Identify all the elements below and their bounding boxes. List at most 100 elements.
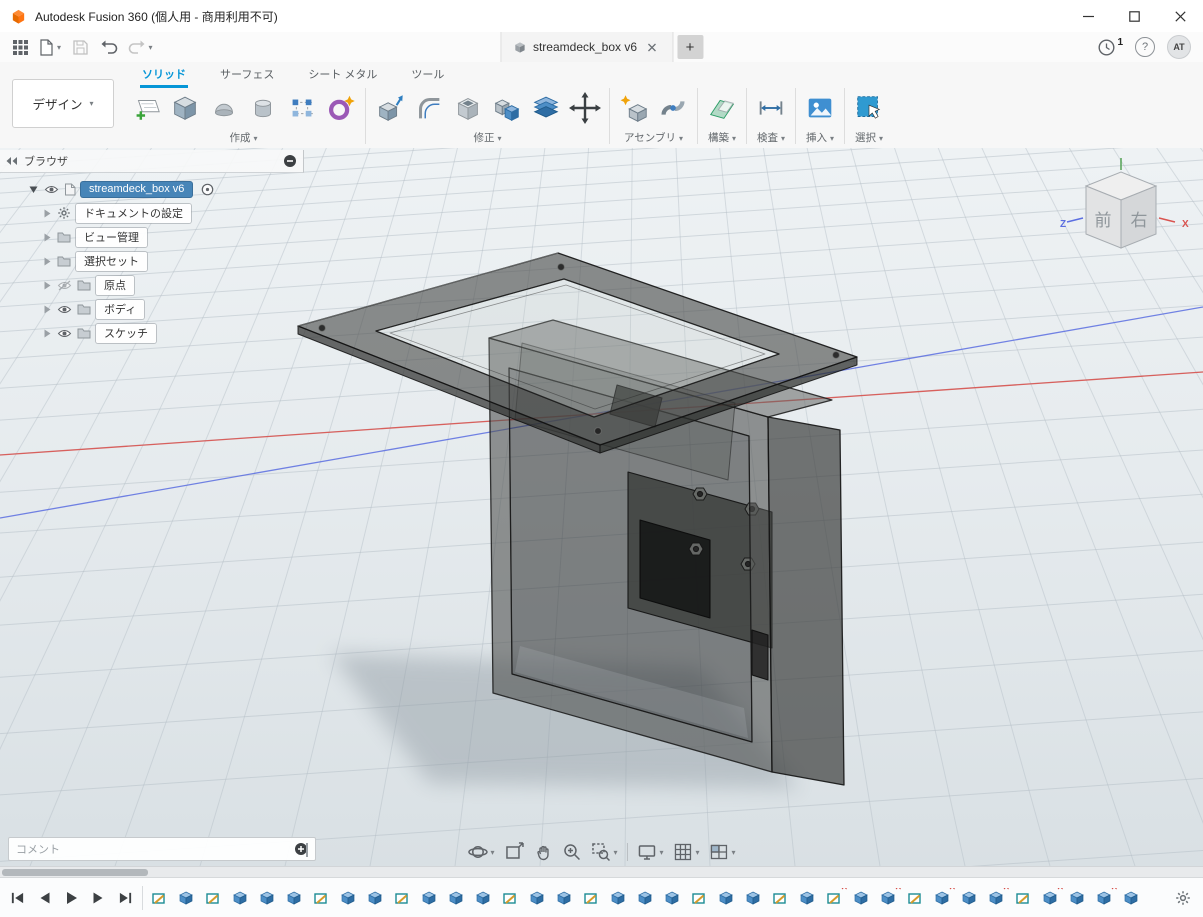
group-label-insert[interactable]: 挿入 bbox=[806, 130, 834, 145]
browser-item-label[interactable]: スケッチ bbox=[96, 324, 156, 343]
joint-icon[interactable] bbox=[656, 88, 690, 128]
timeline-feature-sketch[interactable] bbox=[581, 888, 601, 908]
timeline-feature-sketch[interactable] bbox=[905, 888, 925, 908]
press-pull-icon[interactable] bbox=[373, 88, 407, 128]
browser-row-selection-sets[interactable]: 選択セット bbox=[0, 249, 304, 273]
save-icon[interactable] bbox=[66, 35, 94, 59]
undo-icon[interactable] bbox=[96, 35, 124, 59]
timeline-feature-extrude[interactable] bbox=[338, 888, 358, 908]
timeline-skip-to-end-button[interactable] bbox=[114, 887, 136, 909]
canvas-image-icon[interactable] bbox=[803, 88, 837, 128]
timeline-settings-gear-icon[interactable] bbox=[1163, 890, 1203, 906]
timeline-feature-extrude[interactable] bbox=[716, 888, 736, 908]
visibility-eye-off-icon[interactable] bbox=[57, 280, 72, 291]
minimize-panel-icon[interactable] bbox=[283, 154, 297, 168]
move-copy-icon[interactable] bbox=[568, 88, 602, 128]
redo-icon[interactable] bbox=[126, 35, 154, 59]
timeline-feature-extrude[interactable] bbox=[1067, 888, 1087, 908]
tab-surface[interactable]: サーフェス bbox=[218, 62, 276, 88]
display-settings-icon[interactable] bbox=[636, 842, 663, 862]
timeline-feature-extrude[interactable] bbox=[635, 888, 655, 908]
timeline-feature-extrude[interactable] bbox=[257, 888, 277, 908]
timeline-feature-extrude[interactable] bbox=[284, 888, 304, 908]
collapsed-arrow-icon[interactable] bbox=[42, 280, 52, 291]
timeline-feature-extrude[interactable] bbox=[608, 888, 628, 908]
timeline-feature-extrude[interactable]: ✕ bbox=[1040, 888, 1060, 908]
combine-icon[interactable] bbox=[490, 88, 524, 128]
timeline-step-forward-button[interactable] bbox=[87, 887, 109, 909]
timeline-feature-extrude[interactable] bbox=[419, 888, 439, 908]
revolve-icon[interactable] bbox=[207, 88, 241, 128]
zoom-window-icon[interactable] bbox=[590, 842, 617, 862]
group-label-select[interactable]: 選択 bbox=[855, 130, 883, 145]
viewports-icon[interactable] bbox=[709, 842, 736, 862]
timeline-feature-extrude[interactable] bbox=[851, 888, 871, 908]
tab-sheet-metal[interactable]: シート メタル bbox=[306, 62, 379, 88]
comment-input[interactable]: コメント bbox=[8, 837, 316, 861]
timeline-play-button[interactable] bbox=[60, 887, 82, 909]
timeline-feature-extrude[interactable]: ✕ bbox=[932, 888, 952, 908]
group-label-create[interactable]: 作成 bbox=[229, 130, 257, 145]
document-tab[interactable]: streamdeck_box v6 bbox=[500, 32, 673, 62]
cylinder-icon[interactable] bbox=[246, 88, 280, 128]
maximize-button[interactable] bbox=[1111, 0, 1157, 32]
split-body-icon[interactable] bbox=[529, 88, 563, 128]
fillet-icon[interactable] bbox=[412, 88, 446, 128]
create-form-icon[interactable] bbox=[324, 88, 358, 128]
view-cube[interactable]: 前 右 X Z bbox=[1059, 156, 1189, 260]
root-component-label[interactable]: streamdeck_box v6 bbox=[81, 182, 192, 197]
browser-row-document-settings[interactable]: ドキュメントの設定 bbox=[0, 201, 304, 225]
collapsed-arrow-icon[interactable] bbox=[42, 304, 52, 315]
document-tab-close-icon[interactable] bbox=[644, 39, 660, 55]
new-document-tab-button[interactable]: + bbox=[677, 35, 703, 59]
create-sketch-icon[interactable] bbox=[129, 88, 163, 128]
timeline-feature-extrude[interactable] bbox=[527, 888, 547, 908]
shell-icon[interactable] bbox=[451, 88, 485, 128]
account-avatar[interactable]: AT bbox=[1167, 35, 1191, 59]
new-component-icon[interactable] bbox=[617, 88, 651, 128]
timeline-feature-extrude[interactable] bbox=[797, 888, 817, 908]
group-label-assembly[interactable]: アセンブリ bbox=[624, 130, 683, 145]
grid-snap-settings-icon[interactable] bbox=[673, 842, 700, 862]
select-icon[interactable] bbox=[852, 88, 886, 128]
timeline-feature-sketch[interactable] bbox=[149, 888, 169, 908]
look-at-icon[interactable] bbox=[503, 842, 523, 862]
timeline-feature-extrude[interactable] bbox=[554, 888, 574, 908]
tab-solid[interactable]: ソリッド bbox=[140, 62, 188, 88]
timeline-feature-extrude[interactable]: ✕ bbox=[1094, 888, 1114, 908]
measure-icon[interactable] bbox=[754, 88, 788, 128]
app-grid-icon[interactable] bbox=[6, 35, 34, 59]
timeline-feature-sketch[interactable]: ✕ bbox=[824, 888, 844, 908]
browser-item-label[interactable]: ビュー管理 bbox=[76, 228, 147, 247]
timeline-feature-extrude[interactable] bbox=[176, 888, 196, 908]
minimize-button[interactable] bbox=[1065, 0, 1111, 32]
browser-row-view-management[interactable]: ビュー管理 bbox=[0, 225, 304, 249]
orbit-icon[interactable] bbox=[467, 842, 494, 862]
browser-item-label[interactable]: 原点 bbox=[96, 276, 134, 295]
browser-row-origin[interactable]: 原点 bbox=[0, 273, 304, 297]
help-button[interactable]: ? bbox=[1135, 37, 1155, 57]
timeline-scrollbar-thumb[interactable] bbox=[2, 869, 148, 876]
tab-tools[interactable]: ツール bbox=[409, 62, 446, 88]
timeline-feature-sketch[interactable] bbox=[392, 888, 412, 908]
timeline-feature-extrude[interactable] bbox=[446, 888, 466, 908]
browser-item-label[interactable]: 選択セット bbox=[76, 252, 147, 271]
browser-row-sketches[interactable]: スケッチ bbox=[0, 321, 304, 345]
timeline-step-back-button[interactable] bbox=[33, 887, 55, 909]
timeline-feature-extrude[interactable] bbox=[959, 888, 979, 908]
timeline-feature-sketch[interactable] bbox=[203, 888, 223, 908]
timeline-feature-extrude[interactable] bbox=[1121, 888, 1141, 908]
pattern-icon[interactable] bbox=[285, 88, 319, 128]
collapse-panel-icon[interactable] bbox=[6, 156, 18, 166]
file-menu-icon[interactable] bbox=[36, 35, 64, 59]
pan-hand-icon[interactable] bbox=[532, 842, 552, 862]
timeline-feature-extrude[interactable] bbox=[743, 888, 763, 908]
job-status-clock[interactable]: 1 bbox=[1098, 39, 1123, 56]
viewport-canvas[interactable]: ブラウザ streamdec bbox=[0, 148, 1203, 866]
timeline-feature-extrude[interactable] bbox=[473, 888, 493, 908]
comment-bar-grip[interactable] bbox=[306, 843, 308, 857]
group-label-construct[interactable]: 構築 bbox=[708, 130, 736, 145]
collapsed-arrow-icon[interactable] bbox=[42, 208, 52, 219]
construct-plane-icon[interactable] bbox=[705, 88, 739, 128]
timeline-feature-sketch[interactable] bbox=[770, 888, 790, 908]
